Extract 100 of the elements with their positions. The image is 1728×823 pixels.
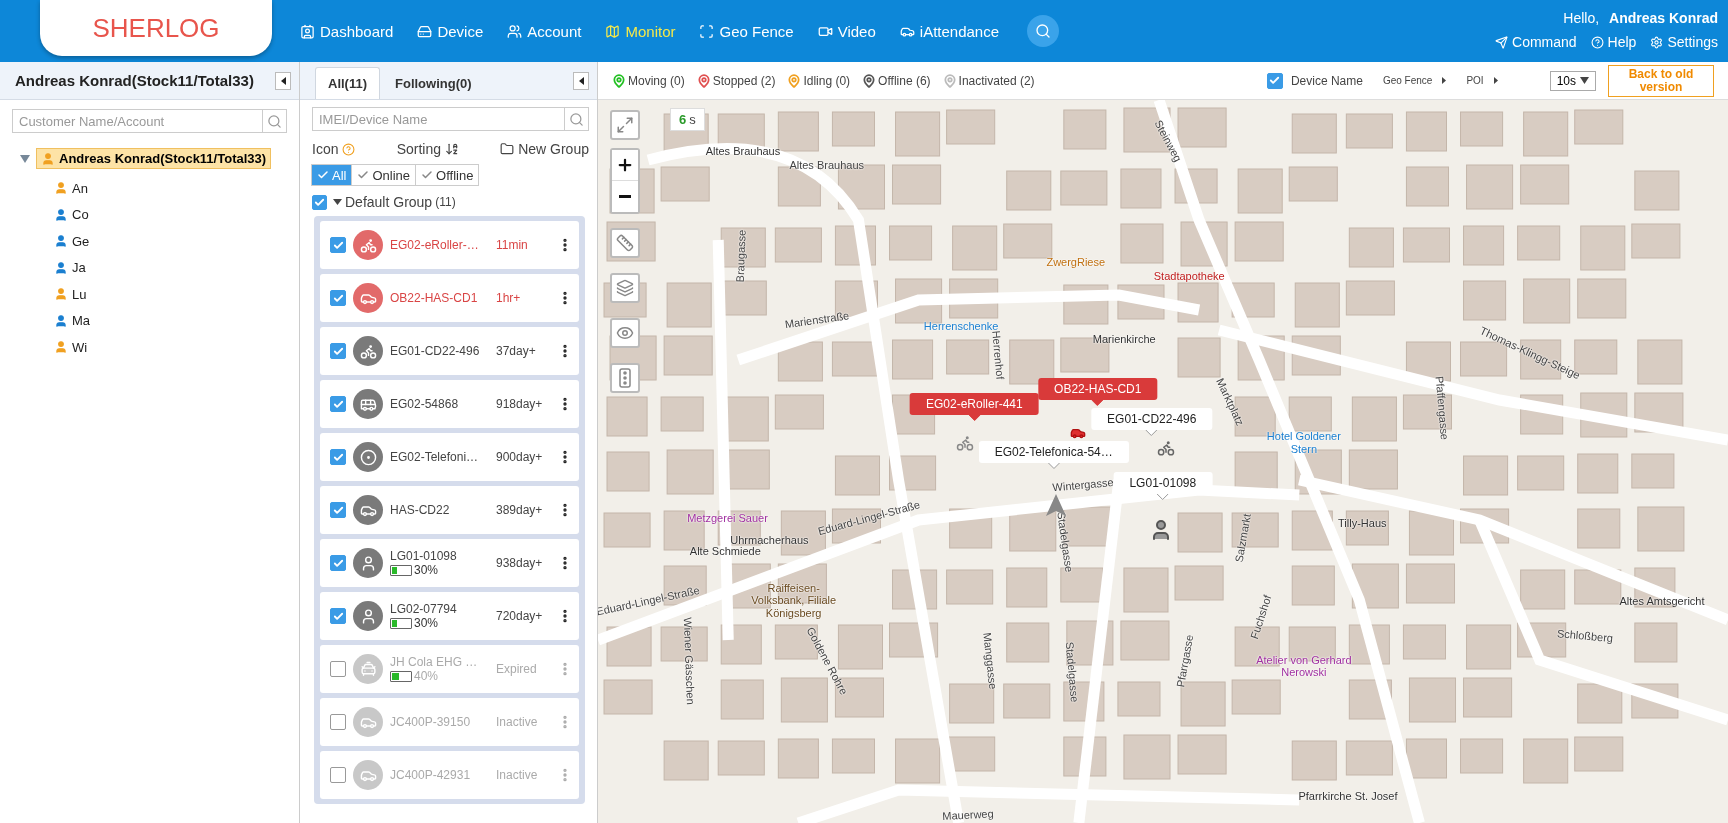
map-label: Raiffeisen-Volksbank, Filiale Königsberg <box>750 581 838 620</box>
legend-label: Idling (0) <box>803 73 851 88</box>
traffic-button[interactable] <box>610 363 640 393</box>
device-card[interactable]: HAS-CD22 389day+ <box>320 486 579 534</box>
collapse-caret-icon[interactable] <box>20 154 30 163</box>
caret-down-icon <box>1580 77 1589 84</box>
device-search-field[interactable]: IMEI/Device Name <box>312 107 565 131</box>
device-name: JH Cola EHG … <box>390 655 478 669</box>
device-card[interactable]: EG02-54868 918day+ <box>320 380 579 428</box>
tree-item[interactable]: Wi <box>50 334 92 361</box>
device-checkbox[interactable] <box>330 608 346 624</box>
expand-icon <box>616 116 634 134</box>
eye-icon <box>616 324 634 342</box>
device-checkbox[interactable] <box>330 502 346 518</box>
device-checkbox[interactable] <box>330 555 346 571</box>
filter-button[interactable]: Online <box>351 164 417 186</box>
tree-item[interactable]: Andreas Konrad(Stock11/Total33) <box>36 148 272 169</box>
poi-menu[interactable]: POI <box>1466 75 1498 86</box>
header-link[interactable]: Help <box>1590 34 1637 50</box>
header-link[interactable]: Settings <box>1650 34 1718 50</box>
battery-icon <box>390 670 412 682</box>
device-time: 918day+ <box>496 397 544 411</box>
street-view-button[interactable] <box>610 318 640 348</box>
tab[interactable]: All(11) <box>315 67 380 99</box>
check-icon <box>332 451 344 463</box>
help-icon <box>1590 35 1604 49</box>
filter-button[interactable]: Offline <box>415 164 480 186</box>
tree-item[interactable]: Co <box>50 201 93 228</box>
tree-item[interactable]: Ma <box>50 307 95 334</box>
collapse-button[interactable] <box>573 72 589 90</box>
device-checkbox[interactable] <box>330 343 346 359</box>
map-label: Uhrmacherhaus <box>730 533 809 547</box>
drive-icon <box>417 23 433 39</box>
group-name[interactable]: Default Group (11) <box>333 194 456 210</box>
device-card[interactable]: OB22-HAS-CD1 1hr+ <box>320 274 579 322</box>
customer-search-field[interactable]: Customer Name/Account <box>12 109 263 133</box>
nav-link[interactable]: Video <box>817 22 876 40</box>
help-icon[interactable] <box>342 142 356 156</box>
new-group-button[interactable]: New Group <box>500 141 589 157</box>
nav-link[interactable]: Geo Fence <box>699 22 794 40</box>
users-icon <box>507 23 523 39</box>
motorbike-marker-icon[interactable] <box>1157 438 1176 457</box>
map-icon <box>605 23 621 39</box>
refresh-select[interactable]: 10s <box>1549 70 1596 91</box>
map-label: Altes Amtsgericht <box>1619 594 1705 607</box>
device-card[interactable]: LG02-07794 30% 720day+ <box>320 592 579 640</box>
device-name: JC400P-39150 <box>390 715 471 729</box>
device-name-label: Device Name <box>1290 73 1363 88</box>
tree-item[interactable]: Ja <box>50 254 90 281</box>
map-label: Salzmarkt <box>1232 512 1254 563</box>
geo-fence-menu[interactable]: Geo Fence <box>1382 75 1447 86</box>
tree-item[interactable]: Lu <box>50 281 91 308</box>
zoom-in-button[interactable] <box>612 150 638 181</box>
device-card[interactable]: EG02-eRoller-… 11min <box>320 221 579 269</box>
nav-link[interactable]: iAttendance <box>899 22 1000 40</box>
tree-item[interactable]: Ge <box>50 228 94 255</box>
search-button[interactable] <box>263 109 287 133</box>
layers-button[interactable] <box>610 273 640 303</box>
search-button[interactable] <box>565 107 589 131</box>
map-label: Mauerweg <box>941 807 994 823</box>
device-name: OB22-HAS-CD1 <box>390 291 478 305</box>
map-label: Hotel Goldener Stern <box>1265 430 1342 456</box>
tab[interactable]: Following(0) <box>382 67 485 99</box>
device-time: 720day+ <box>496 609 544 623</box>
caret-right-icon <box>1442 77 1447 84</box>
device-name-checkbox[interactable] <box>1266 72 1283 89</box>
taxi-icon <box>359 660 377 678</box>
device-checkbox[interactable] <box>330 290 346 306</box>
device-checkbox[interactable] <box>330 449 346 465</box>
device-checkbox[interactable] <box>330 396 346 412</box>
device-time: Inactive <box>496 768 539 782</box>
ruler-button[interactable] <box>610 228 640 258</box>
group-checkbox[interactable] <box>312 194 327 210</box>
header-link[interactable]: Command <box>1495 34 1577 50</box>
device-time: 900day+ <box>496 450 544 464</box>
fullscreen-button[interactable] <box>610 110 640 140</box>
collapse-button[interactable] <box>275 71 291 90</box>
caret-down-icon <box>333 199 342 205</box>
device-card[interactable]: EG01-CD22-496 37day+ <box>320 327 579 375</box>
check-icon <box>357 169 370 181</box>
sorting-button[interactable]: Sorting <box>396 141 459 157</box>
nav-link[interactable]: Account <box>507 22 582 40</box>
device-name: EG02-Telefoni… <box>390 450 479 464</box>
device-time: 389day+ <box>496 503 544 517</box>
map-label: Pfaffengasse <box>1432 375 1451 441</box>
map-label: Tilly-Haus <box>1338 517 1387 530</box>
device-name: HAS-CD22 <box>390 503 450 517</box>
device-checkbox[interactable] <box>330 237 346 253</box>
device-card[interactable]: LG01-01098 30% 938day+ <box>320 539 579 587</box>
device-card[interactable]: EG02-Telefoni… 900day+ <box>320 433 579 481</box>
search-button[interactable] <box>1027 15 1060 47</box>
motorbike-marker-icon[interactable] <box>955 434 974 453</box>
tree-item[interactable]: An <box>50 175 92 202</box>
motorbike-icon <box>359 236 377 254</box>
nav-link[interactable]: Device <box>417 22 484 40</box>
tag-pointer <box>968 414 981 421</box>
map-label: Alte Schmiede <box>689 544 761 558</box>
sherlog-logo: SHERLOG <box>40 0 272 56</box>
device-time: Expired <box>496 662 538 676</box>
nav-link[interactable]: Dashboard <box>300 22 394 40</box>
